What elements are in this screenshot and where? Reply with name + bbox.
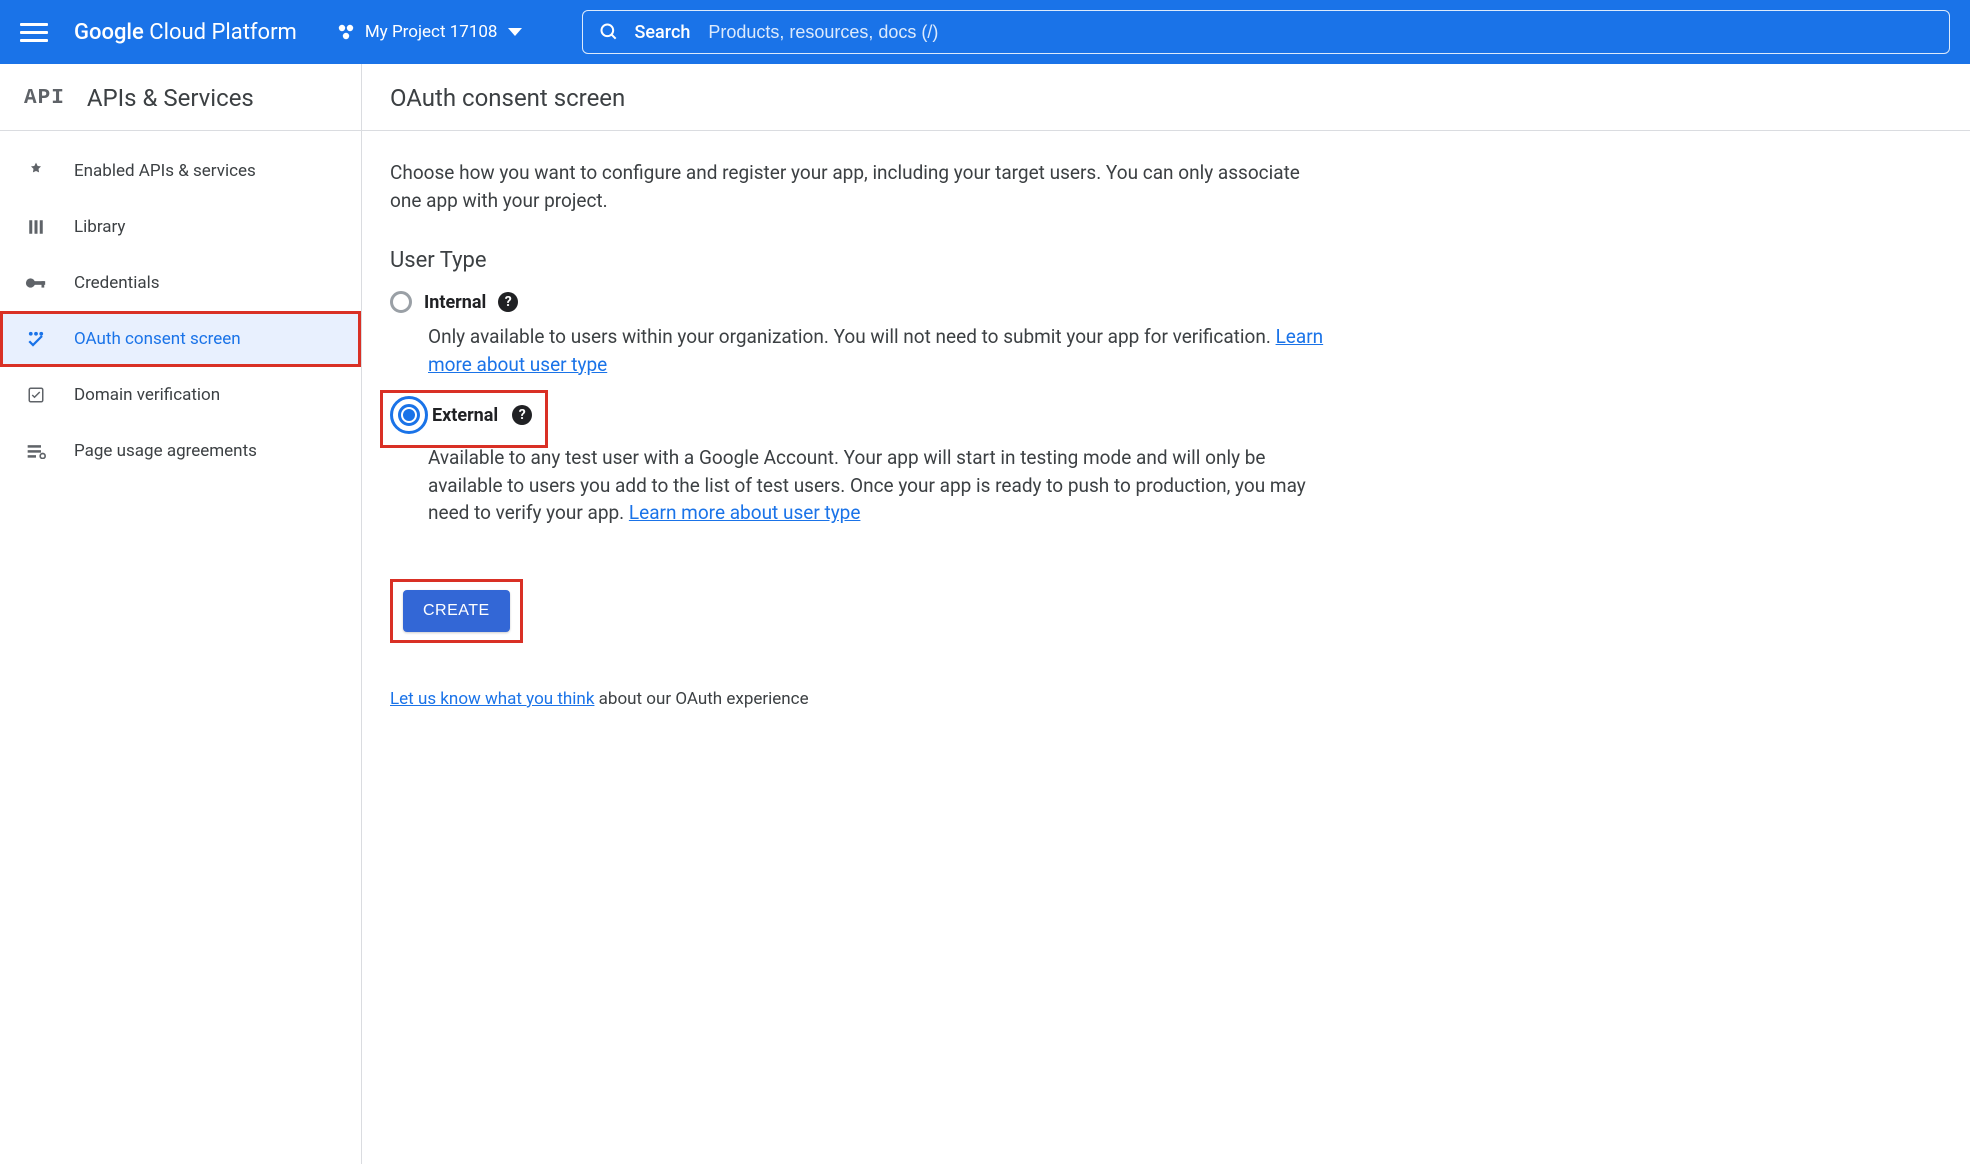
library-icon	[24, 215, 48, 239]
gcp-logo-rest: Cloud Platform	[144, 20, 297, 45]
domain-verify-icon	[24, 383, 48, 407]
apis-services-icon: API	[24, 87, 65, 110]
gcp-logo-bold: Google	[74, 20, 144, 45]
project-scope-icon	[337, 23, 355, 41]
help-icon[interactable]: ?	[512, 405, 532, 425]
option-external: External ? Available to any test user wi…	[390, 396, 1334, 527]
sidebar-item-label: Library	[74, 217, 125, 237]
sidebar-item-oauth-consent[interactable]: OAuth consent screen	[0, 311, 361, 367]
feedback-link[interactable]: Let us know what you think	[390, 689, 594, 709]
search-icon	[599, 22, 619, 42]
project-name: My Project 17108	[365, 22, 498, 42]
option-external-label: External	[432, 405, 498, 426]
option-internal-desc-text: Only available to users within your orga…	[428, 325, 1276, 348]
option-internal: Internal ? Only available to users withi…	[390, 291, 1334, 378]
sidebar-section-header[interactable]: API APIs & Services	[0, 64, 361, 131]
main-content: OAuth consent screen Choose how you want…	[362, 64, 1970, 1164]
page-usage-icon	[24, 439, 48, 463]
sidebar-item-label: Credentials	[74, 273, 160, 293]
sidebar-item-label: Domain verification	[74, 385, 220, 405]
sidebar-item-domain-verification[interactable]: Domain verification	[0, 367, 361, 423]
project-selector[interactable]: My Project 17108	[337, 22, 522, 42]
help-icon[interactable]: ?	[498, 292, 518, 312]
intro-text: Choose how you want to configure and reg…	[390, 159, 1334, 214]
credentials-icon	[24, 271, 48, 295]
search-input[interactable]	[706, 21, 1933, 44]
sidebar-item-label: Page usage agreements	[74, 441, 257, 461]
highlight-box-create: CREATE	[390, 579, 523, 643]
sidebar-item-label: OAuth consent screen	[74, 329, 241, 349]
learn-more-external-link[interactable]: Learn more about user type	[629, 501, 861, 524]
search-label: Search	[635, 22, 691, 43]
user-type-heading: User Type	[390, 248, 1334, 273]
sidebar-item-label: Enabled APIs & services	[74, 161, 256, 181]
radio-external[interactable]	[390, 396, 428, 434]
gcp-logo[interactable]: Google Cloud Platform	[74, 20, 297, 45]
create-button[interactable]: CREATE	[403, 590, 510, 632]
option-external-desc-text: Available to any test user with a Google…	[428, 446, 1306, 524]
chevron-down-icon	[508, 28, 522, 36]
option-external-desc: Available to any test user with a Google…	[428, 444, 1334, 527]
sidebar-item-page-usage[interactable]: Page usage agreements	[0, 423, 361, 479]
sidebar-item-library[interactable]: Library	[0, 199, 361, 255]
sidebar: API APIs & Services Enabled APIs & servi…	[0, 64, 362, 1164]
oauth-consent-icon	[24, 327, 48, 351]
option-internal-desc: Only available to users within your orga…	[428, 323, 1334, 378]
radio-internal[interactable]	[390, 291, 412, 313]
menu-icon[interactable]	[20, 18, 48, 46]
enabled-apis-icon	[24, 159, 48, 183]
sidebar-nav: Enabled APIs & services Library Credenti…	[0, 131, 361, 479]
page-title: OAuth consent screen	[362, 64, 1970, 131]
option-internal-label: Internal	[424, 292, 486, 313]
gcp-header: Google Cloud Platform My Project 17108 S…	[0, 0, 1970, 64]
search-bar[interactable]: Search	[582, 10, 1951, 54]
sidebar-item-enabled-apis[interactable]: Enabled APIs & services	[0, 143, 361, 199]
sidebar-item-credentials[interactable]: Credentials	[0, 255, 361, 311]
sidebar-section-title: APIs & Services	[87, 84, 254, 112]
feedback-row: Let us know what you think about our OAu…	[390, 689, 1334, 709]
feedback-rest: about our OAuth experience	[594, 689, 808, 709]
